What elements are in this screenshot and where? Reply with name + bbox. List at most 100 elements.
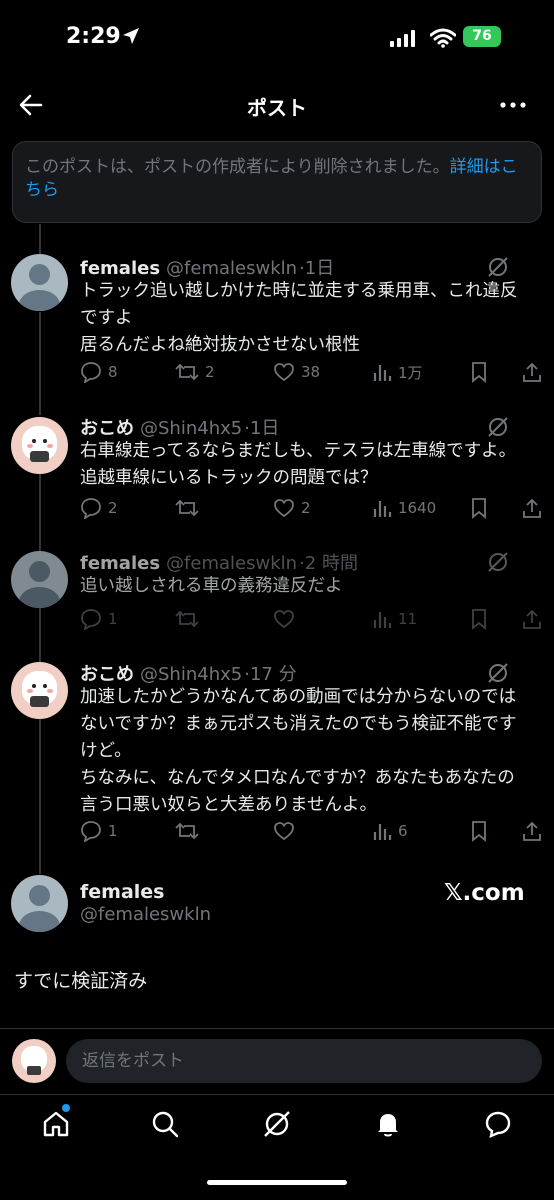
thread-line xyxy=(39,718,41,874)
post-header: females @femaleswkln ·1日 xyxy=(80,254,334,280)
bottom-tab-bar xyxy=(0,1100,554,1150)
repost-button[interactable] xyxy=(175,607,205,631)
views-icon xyxy=(373,612,392,628)
search-icon[interactable] xyxy=(151,1110,179,1138)
post-time: 2 時間 xyxy=(304,553,358,574)
reply-icon xyxy=(81,362,101,383)
grok-icon[interactable] xyxy=(487,551,509,573)
grok-icon[interactable] xyxy=(263,1110,291,1138)
reply-input[interactable]: 返信をポスト xyxy=(66,1039,542,1083)
status-time: 2:29 xyxy=(66,24,121,49)
display-name[interactable]: females xyxy=(80,258,160,279)
thread-line xyxy=(39,608,41,662)
divider xyxy=(0,1028,554,1029)
user-handle: @femaleswkln xyxy=(166,553,298,574)
main-post-avatar[interactable] xyxy=(11,875,68,932)
reply-count: 1 xyxy=(108,822,118,840)
post-actions: 1 6 xyxy=(80,819,550,843)
post-text: トラック追い越しかけた時に並走する乗用車、これ違反 ですよ 居るんだよね絶対抜か… xyxy=(80,278,540,359)
avatar[interactable] xyxy=(11,662,68,719)
post-actions: 2 2 1640 xyxy=(80,496,550,520)
repost-button[interactable] xyxy=(175,496,205,520)
post-text-line: けど。 xyxy=(80,741,132,761)
reply-count: 2 xyxy=(108,499,118,517)
thread-line xyxy=(39,224,41,254)
reply-button[interactable]: 1 xyxy=(80,819,118,843)
post-text-line: トラック追い越しかけた時に並走する乗用車、これ違反 xyxy=(80,281,518,301)
post-text: 加速したかどうかなんてあの動画では分からないのでは ないですか？まぁ元ポスも消え… xyxy=(80,684,540,819)
views-count: 1640 xyxy=(398,499,437,517)
bookmark-icon[interactable] xyxy=(469,496,489,520)
post-text: 右車線走ってるならまだしも、テスラは左車線ですよ。 追越車線にいるトラックの問題… xyxy=(80,438,540,492)
reply-icon xyxy=(81,498,101,519)
divider xyxy=(0,1094,554,1095)
avatar[interactable] xyxy=(11,417,68,474)
views-icon xyxy=(373,824,392,840)
thread-line xyxy=(39,312,41,415)
share-icon[interactable] xyxy=(521,607,543,631)
reply-button[interactable]: 1 xyxy=(80,607,118,631)
views-button[interactable]: 1万 xyxy=(372,360,423,384)
home-icon[interactable] xyxy=(42,1110,70,1138)
views-count: 1万 xyxy=(398,363,423,382)
reply-button[interactable]: 2 xyxy=(80,496,118,520)
views-count: 6 xyxy=(398,822,408,840)
bookmark-icon[interactable] xyxy=(469,819,489,843)
avatar[interactable] xyxy=(11,254,68,311)
post-header: おこめ @Shin4hx5·17 分 xyxy=(80,660,297,686)
views-icon xyxy=(373,365,392,381)
battery-level: 76 xyxy=(463,26,501,47)
bookmark-icon[interactable] xyxy=(469,607,489,631)
heart-icon xyxy=(274,610,294,629)
views-button[interactable]: 11 xyxy=(372,607,417,631)
avatar[interactable] xyxy=(11,551,68,608)
display-name[interactable]: おこめ xyxy=(80,664,134,685)
like-button[interactable]: 2 xyxy=(273,496,311,520)
notification-dot xyxy=(62,1104,70,1112)
like-button[interactable] xyxy=(273,607,301,631)
like-button[interactable]: 38 xyxy=(273,360,320,384)
views-button[interactable]: 1640 xyxy=(372,496,436,520)
reply-count: 8 xyxy=(108,363,118,381)
like-count: 2 xyxy=(301,499,311,517)
reply-avatar xyxy=(12,1039,56,1083)
like-button[interactable] xyxy=(273,819,301,843)
post-text-line: 右車線走ってるならまだしも、テスラは左車線ですよ。 xyxy=(80,441,517,461)
grok-icon[interactable] xyxy=(487,256,509,278)
deleted-post-notice: このポストは、ポストの作成者により削除されました。詳細はこちら xyxy=(12,141,542,223)
repost-icon xyxy=(175,610,199,628)
grok-icon[interactable] xyxy=(487,662,509,684)
top-nav: ポスト xyxy=(0,78,554,132)
more-options-icon[interactable] xyxy=(500,102,526,108)
post-time: 1日 xyxy=(304,258,335,279)
notifications-icon[interactable] xyxy=(374,1110,402,1138)
reply-icon xyxy=(81,821,101,842)
main-post-display-name[interactable]: females xyxy=(80,881,164,903)
heart-icon xyxy=(274,363,294,382)
post-text-line: 追越車線にいるトラックの問題では？ xyxy=(80,468,378,488)
display-name[interactable]: おこめ xyxy=(80,418,134,439)
share-icon[interactable] xyxy=(521,819,543,843)
like-count: 38 xyxy=(301,363,321,381)
repost-count: 2 xyxy=(205,363,215,381)
repost-icon xyxy=(175,822,199,840)
repost-button[interactable] xyxy=(175,819,205,843)
messages-icon[interactable] xyxy=(484,1110,512,1138)
share-icon[interactable] xyxy=(521,496,543,520)
reply-button[interactable]: 8 xyxy=(80,360,118,384)
reply-count: 1 xyxy=(108,610,118,628)
post-text-line: ちなみに、なんでタメ口なんですか？あなたもあなたの xyxy=(80,768,515,788)
share-icon[interactable] xyxy=(521,360,543,384)
post-text-line: ですよ xyxy=(80,308,133,328)
repost-button[interactable]: 2 xyxy=(175,360,215,384)
views-button[interactable]: 6 xyxy=(372,819,408,843)
grok-icon[interactable] xyxy=(487,416,509,438)
post-header: おこめ @Shin4hx5·1日 xyxy=(80,414,279,440)
display-name[interactable]: females xyxy=(80,553,160,574)
location-arrow-icon xyxy=(123,28,139,44)
cellular-signal-icon xyxy=(390,30,415,47)
post-text-line: 追い越しされる車の義務違反だよ xyxy=(80,576,343,596)
bookmark-icon[interactable] xyxy=(469,360,489,384)
x-com-watermark: 𝕏.com xyxy=(444,880,525,906)
heart-icon xyxy=(274,822,294,841)
